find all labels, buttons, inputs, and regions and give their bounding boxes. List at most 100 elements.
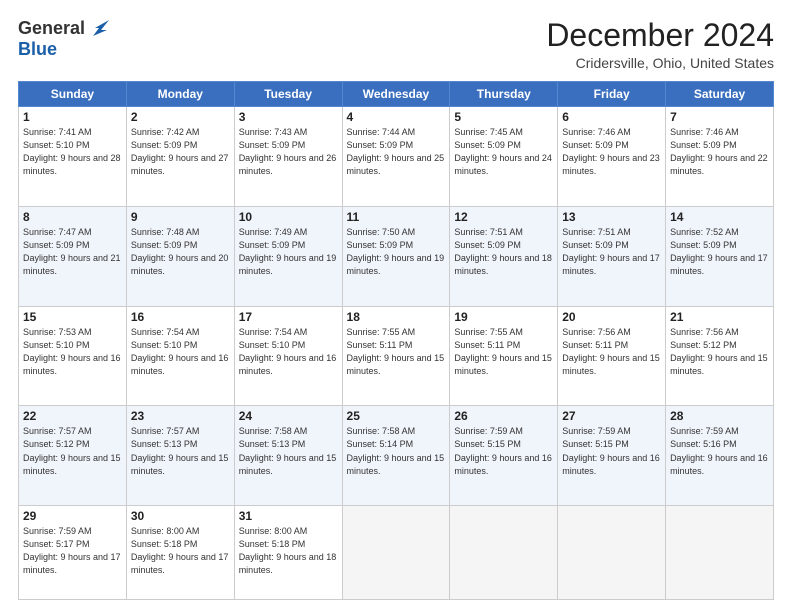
table-row: 7 Sunrise: 7:46 AMSunset: 5:09 PMDaylight… bbox=[666, 107, 774, 207]
day-number: 3 bbox=[239, 110, 338, 124]
day-info: Sunrise: 7:42 AMSunset: 5:09 PMDaylight:… bbox=[131, 126, 230, 178]
table-row: 18 Sunrise: 7:55 AMSunset: 5:11 PMDayligh… bbox=[342, 306, 450, 406]
table-row: 9Sunrise: 7:48 AMSunset: 5:09 PMDaylight… bbox=[126, 206, 234, 306]
day-number: 14 bbox=[670, 210, 769, 224]
table-row: 5 Sunrise: 7:45 AMSunset: 5:09 PMDaylight… bbox=[450, 107, 558, 207]
day-info: Sunrise: 7:52 AMSunset: 5:09 PMDaylight:… bbox=[670, 226, 769, 278]
location: Cridersville, Ohio, United States bbox=[546, 55, 774, 71]
table-row: 29 Sunrise: 7:59 AMSunset: 5:17 PMDayligh… bbox=[19, 506, 127, 600]
table-row: 30 Sunrise: 8:00 AMSunset: 5:18 PMDayligh… bbox=[126, 506, 234, 600]
calendar-week-row: 8 Sunrise: 7:47 AMSunset: 5:09 PMDaylight… bbox=[19, 206, 774, 306]
day-info: Sunrise: 7:56 AMSunset: 5:11 PMDaylight:… bbox=[562, 326, 661, 378]
day-info: Sunrise: 7:53 AMSunset: 5:10 PMDaylight:… bbox=[23, 326, 122, 378]
day-info: Sunrise: 7:50 AMSunset: 5:09 PMDaylight:… bbox=[347, 226, 446, 278]
title-block: December 2024 Cridersville, Ohio, United… bbox=[546, 18, 774, 71]
day-number: 10 bbox=[239, 210, 338, 224]
table-row: 4Sunrise: 7:44 AMSunset: 5:09 PMDaylight… bbox=[342, 107, 450, 207]
day-number: 17 bbox=[239, 310, 338, 324]
day-info: Sunrise: 7:54 AMSunset: 5:10 PMDaylight:… bbox=[131, 326, 230, 378]
table-row bbox=[342, 506, 450, 600]
day-number: 28 bbox=[670, 409, 769, 423]
table-row: 2 Sunrise: 7:42 AMSunset: 5:09 PMDaylight… bbox=[126, 107, 234, 207]
day-info: Sunrise: 7:59 AMSunset: 5:17 PMDaylight:… bbox=[23, 525, 122, 577]
day-info: Sunrise: 7:59 AMSunset: 5:16 PMDaylight:… bbox=[670, 425, 769, 477]
day-info: Sunrise: 7:46 AMSunset: 5:09 PMDaylight:… bbox=[670, 126, 769, 178]
day-number: 6 bbox=[562, 110, 661, 124]
table-row: 31 Sunrise: 8:00 AMSunset: 5:18 PMDayligh… bbox=[234, 506, 342, 600]
day-number: 18 bbox=[347, 310, 446, 324]
day-number: 19 bbox=[454, 310, 553, 324]
col-tuesday: Tuesday bbox=[234, 82, 342, 107]
table-row: 6Sunrise: 7:46 AMSunset: 5:09 PMDaylight… bbox=[558, 107, 666, 207]
day-info: Sunrise: 7:58 AMSunset: 5:13 PMDaylight:… bbox=[239, 425, 338, 477]
day-info: Sunrise: 7:59 AMSunset: 5:15 PMDaylight:… bbox=[562, 425, 661, 477]
table-row: 22 Sunrise: 7:57 AMSunset: 5:12 PMDayligh… bbox=[19, 406, 127, 506]
day-number: 29 bbox=[23, 509, 122, 523]
day-info: Sunrise: 7:56 AMSunset: 5:12 PMDaylight:… bbox=[670, 326, 769, 378]
table-row: 25 Sunrise: 7:58 AMSunset: 5:14 PMDayligh… bbox=[342, 406, 450, 506]
table-row: 20 Sunrise: 7:56 AMSunset: 5:11 PMDayligh… bbox=[558, 306, 666, 406]
day-info: Sunrise: 7:55 AMSunset: 5:11 PMDaylight:… bbox=[347, 326, 446, 378]
col-monday: Monday bbox=[126, 82, 234, 107]
col-saturday: Saturday bbox=[666, 82, 774, 107]
table-row: 24 Sunrise: 7:58 AMSunset: 5:13 PMDayligh… bbox=[234, 406, 342, 506]
table-row: 3 Sunrise: 7:43 AMSunset: 5:09 PMDaylight… bbox=[234, 107, 342, 207]
logo-blue-text: Blue bbox=[18, 39, 57, 60]
table-row bbox=[450, 506, 558, 600]
table-row: 23 Sunrise: 7:57 AMSunset: 5:13 PMDayligh… bbox=[126, 406, 234, 506]
day-info: Sunrise: 7:45 AMSunset: 5:09 PMDaylight:… bbox=[454, 126, 553, 178]
day-info: Sunrise: 7:43 AMSunset: 5:09 PMDaylight:… bbox=[239, 126, 338, 178]
day-info: Sunrise: 7:55 AMSunset: 5:11 PMDaylight:… bbox=[454, 326, 553, 378]
day-number: 12 bbox=[454, 210, 553, 224]
table-row: 8 Sunrise: 7:47 AMSunset: 5:09 PMDaylight… bbox=[19, 206, 127, 306]
day-number: 1 bbox=[23, 110, 122, 124]
day-number: 27 bbox=[562, 409, 661, 423]
table-row: 26Sunrise: 7:59 AMSunset: 5:15 PMDayligh… bbox=[450, 406, 558, 506]
day-info: Sunrise: 7:51 AMSunset: 5:09 PMDaylight:… bbox=[454, 226, 553, 278]
day-number: 22 bbox=[23, 409, 122, 423]
table-row: 11Sunrise: 7:50 AMSunset: 5:09 PMDayligh… bbox=[342, 206, 450, 306]
table-row: 17Sunrise: 7:54 AMSunset: 5:10 PMDayligh… bbox=[234, 306, 342, 406]
logo: General Blue bbox=[18, 18, 109, 60]
day-info: Sunrise: 7:57 AMSunset: 5:13 PMDaylight:… bbox=[131, 425, 230, 477]
day-number: 31 bbox=[239, 509, 338, 523]
table-row: 21Sunrise: 7:56 AMSunset: 5:12 PMDayligh… bbox=[666, 306, 774, 406]
day-number: 30 bbox=[131, 509, 230, 523]
day-number: 23 bbox=[131, 409, 230, 423]
table-row: 12 Sunrise: 7:51 AMSunset: 5:09 PMDayligh… bbox=[450, 206, 558, 306]
day-info: Sunrise: 8:00 AMSunset: 5:18 PMDaylight:… bbox=[131, 525, 230, 577]
logo-general-text: General bbox=[18, 18, 85, 39]
day-info: Sunrise: 8:00 AMSunset: 5:18 PMDaylight:… bbox=[239, 525, 338, 577]
page: General Blue December 2024 Cridersville,… bbox=[0, 0, 792, 612]
day-number: 16 bbox=[131, 310, 230, 324]
day-info: Sunrise: 7:47 AMSunset: 5:09 PMDaylight:… bbox=[23, 226, 122, 278]
calendar-week-row: 15Sunrise: 7:53 AMSunset: 5:10 PMDayligh… bbox=[19, 306, 774, 406]
calendar-table: Sunday Monday Tuesday Wednesday Thursday… bbox=[18, 81, 774, 600]
table-row: 16 Sunrise: 7:54 AMSunset: 5:10 PMDayligh… bbox=[126, 306, 234, 406]
table-row: 1Sunrise: 7:41 AMSunset: 5:10 PMDaylight… bbox=[19, 107, 127, 207]
day-info: Sunrise: 7:51 AMSunset: 5:09 PMDaylight:… bbox=[562, 226, 661, 278]
table-row bbox=[666, 506, 774, 600]
day-number: 5 bbox=[454, 110, 553, 124]
day-info: Sunrise: 7:58 AMSunset: 5:14 PMDaylight:… bbox=[347, 425, 446, 477]
day-info: Sunrise: 7:49 AMSunset: 5:09 PMDaylight:… bbox=[239, 226, 338, 278]
day-number: 2 bbox=[131, 110, 230, 124]
table-row: 15Sunrise: 7:53 AMSunset: 5:10 PMDayligh… bbox=[19, 306, 127, 406]
day-number: 20 bbox=[562, 310, 661, 324]
logo-bird-icon bbox=[87, 20, 109, 36]
col-thursday: Thursday bbox=[450, 82, 558, 107]
day-number: 8 bbox=[23, 210, 122, 224]
day-number: 13 bbox=[562, 210, 661, 224]
calendar-week-row: 22 Sunrise: 7:57 AMSunset: 5:12 PMDayligh… bbox=[19, 406, 774, 506]
day-info: Sunrise: 7:57 AMSunset: 5:12 PMDaylight:… bbox=[23, 425, 122, 477]
header: General Blue December 2024 Cridersville,… bbox=[18, 18, 774, 71]
day-number: 25 bbox=[347, 409, 446, 423]
table-row bbox=[558, 506, 666, 600]
day-number: 24 bbox=[239, 409, 338, 423]
calendar-week-row: 1Sunrise: 7:41 AMSunset: 5:10 PMDaylight… bbox=[19, 107, 774, 207]
day-number: 26 bbox=[454, 409, 553, 423]
table-row: 10 Sunrise: 7:49 AMSunset: 5:09 PMDayligh… bbox=[234, 206, 342, 306]
day-number: 7 bbox=[670, 110, 769, 124]
calendar-week-row: 29 Sunrise: 7:59 AMSunset: 5:17 PMDayligh… bbox=[19, 506, 774, 600]
table-row: 13 Sunrise: 7:51 AMSunset: 5:09 PMDayligh… bbox=[558, 206, 666, 306]
